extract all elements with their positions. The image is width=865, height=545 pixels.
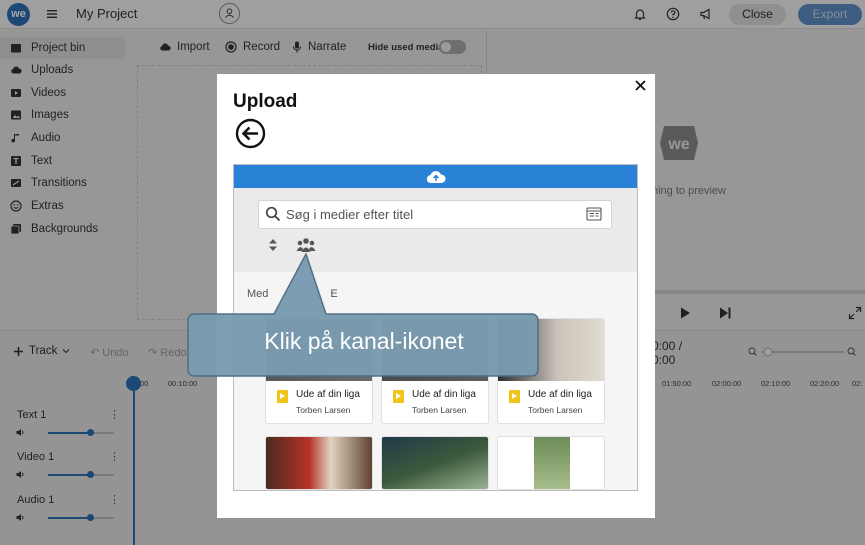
media-card-author: Torben Larsen	[412, 405, 467, 415]
channel-users-icon[interactable]	[296, 237, 316, 253]
search-icon	[265, 206, 281, 222]
media-card-title: Ude af din liga	[528, 389, 592, 400]
search-placeholder: Søg i medier efter titel	[286, 207, 414, 222]
video-file-icon	[509, 390, 520, 403]
video-file-icon	[277, 390, 288, 403]
close-icon[interactable]	[634, 79, 647, 92]
media-card-author: Torben Larsen	[528, 405, 583, 415]
media-card-title: Ude af din liga	[296, 389, 360, 400]
media-card[interactable]	[381, 436, 489, 490]
video-thumbnail	[382, 437, 488, 489]
advanced-search-icon[interactable]	[586, 207, 602, 221]
callout-text: Klik på kanal-ikonet	[264, 328, 464, 354]
media-card[interactable]	[497, 436, 605, 490]
tutorial-callout	[187, 252, 539, 377]
video-thumbnail	[534, 437, 570, 489]
media-card-title: Ude af din liga	[412, 389, 476, 400]
back-arrow-icon[interactable]	[235, 118, 266, 149]
video-file-icon	[393, 390, 404, 403]
cloud-upload-icon[interactable]	[426, 169, 446, 184]
media-card[interactable]	[265, 436, 373, 490]
modal-title: Upload	[233, 91, 298, 112]
video-thumbnail	[266, 437, 372, 489]
media-card-author: Torben Larsen	[296, 405, 351, 415]
sort-icon[interactable]	[268, 238, 278, 252]
